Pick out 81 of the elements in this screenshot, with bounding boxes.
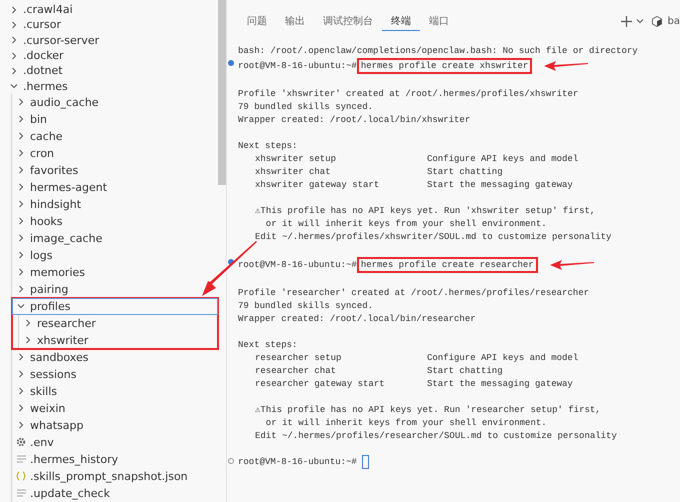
panel-tab[interactable]: 调试控制台 <box>314 12 382 30</box>
folder-item[interactable]: profiles <box>12 298 218 315</box>
chevron-down-icon[interactable] <box>10 82 18 90</box>
step-command: xhswriter chat <box>254 166 332 176</box>
braces-icon <box>16 471 26 482</box>
chevron-down-icon[interactable] <box>17 302 25 310</box>
terminal-output: Wrapper created: /root/.local/bin/researcher <box>238 314 476 324</box>
step-command: xhswriter setup <box>254 154 338 164</box>
folder-item[interactable]: sessions <box>12 366 218 383</box>
step-command: researcher chat <box>254 366 338 376</box>
terminal-output: bash: /root/.openclaw/completions/openclaw.bash: No such file or directory <box>238 46 638 56</box>
terminal-output: Next steps: <box>238 140 298 150</box>
folder-item[interactable]: image_cache <box>12 230 218 247</box>
step-description: Start chatting <box>427 166 503 176</box>
scrollbar-thumb[interactable] <box>218 0 226 185</box>
folder-item[interactable]: sandboxes <box>12 348 218 366</box>
command-text: hermes profile create researcher <box>356 256 538 272</box>
arrow-annotation <box>550 258 594 270</box>
folder-item[interactable]: .cursor <box>0 17 218 33</box>
folder-item[interactable]: audio_cache <box>12 94 218 111</box>
folder-item[interactable]: cache <box>12 128 218 145</box>
shell-label[interactable]: ba <box>668 16 680 26</box>
warning-text: Edit ~/.hermes/profiles/xhswriter/SOUL.md to customize personality <box>254 232 612 242</box>
file-item[interactable]: .skills_prompt_snapshot.json <box>12 468 218 485</box>
folder-item[interactable]: researcher <box>19 314 218 332</box>
lines-icon <box>16 489 26 498</box>
step-command: researcher setup <box>254 352 342 362</box>
step-command: xhswriter gateway start <box>254 180 380 190</box>
step-description: Configure API keys and model <box>427 352 578 362</box>
step-description: Start chatting <box>427 366 503 376</box>
folder-item[interactable]: .cursor-server <box>0 32 218 48</box>
folder-item[interactable]: .dotnet <box>0 63 218 79</box>
warning-text: or it will inherit keys from your shell environment. <box>264 218 547 228</box>
file-item[interactable]: .update_check <box>12 484 218 502</box>
terminal-output: Profile 'xhswriter' created at /root/.hermes/profiles/xhswriter <box>238 88 578 98</box>
shell-prompt: root@VM-8-16-ubuntu:~# <box>238 456 357 466</box>
warning-text: or it will inherit keys from your shell environment. <box>264 418 547 428</box>
folder-item[interactable]: cron <box>12 144 218 162</box>
folder-item[interactable]: weixin <box>12 400 218 417</box>
folder-item[interactable]: skills <box>12 382 218 400</box>
folder-item[interactable]: bin <box>12 110 218 128</box>
folder-item[interactable]: whatsapp <box>12 416 218 434</box>
file-item[interactable]: .hermes_history <box>12 450 218 468</box>
terminal-output: Profile 'researcher' created at /root/.hermes/profiles/researcher <box>238 288 590 298</box>
folder-item[interactable]: memories <box>12 264 218 281</box>
folder-item[interactable]: .crawl4ai <box>0 2 218 18</box>
file-item[interactable]: .env <box>12 434 218 451</box>
folder-item[interactable]: pairing <box>12 280 218 298</box>
warning-text: Edit ~/.hermes/profiles/researcher/SOUL.md to customize personality <box>254 430 617 440</box>
terminal-output: Wrapper created: /root/.local/bin/xhswriter <box>238 114 470 124</box>
folder-item[interactable]: hooks <box>12 212 218 230</box>
step-description: Start the messaging gateway <box>427 180 573 190</box>
terminal-profile-icon[interactable] <box>652 16 662 26</box>
cursor <box>362 454 369 468</box>
panel-tab[interactable]: 终端 <box>382 12 420 30</box>
terminal-output: 79 bundled skills synced. <box>238 102 374 112</box>
shell-prompt: root@VM-8-16-ubuntu:~# <box>238 260 357 270</box>
panel-tab[interactable]: 输出 <box>276 12 314 30</box>
panel-tab[interactable]: 端口 <box>420 12 458 30</box>
warning-text: ⚠This profile has no API keys yet. Run 'xhswriter setup' first, <box>254 206 596 216</box>
command-text: hermes profile create xhswriter <box>356 58 532 74</box>
folder-item[interactable]: logs <box>12 246 218 264</box>
folder-item[interactable]: .hermes <box>0 78 218 94</box>
warning-text: ⚠This profile has no API keys yet. Run 'researcher setup' first, <box>254 404 601 414</box>
folder-item[interactable]: hermes-agent <box>12 178 218 196</box>
chevron-down-icon[interactable] <box>636 17 644 25</box>
shell-prompt: root@VM-8-16-ubuntu:~# <box>238 60 357 70</box>
folder-item[interactable]: .docker <box>0 48 218 64</box>
step-description: Configure API keys and model <box>427 154 578 164</box>
arrow-annotation <box>544 60 588 72</box>
folder-item[interactable]: hindsight <box>12 196 218 213</box>
gear-icon <box>16 437 26 448</box>
lines-icon <box>16 455 26 464</box>
folder-item[interactable]: xhswriter <box>19 332 218 349</box>
folder-item[interactable]: favorites <box>12 162 218 179</box>
step-command: researcher gateway start <box>254 378 386 388</box>
terminal-output: 79 bundled skills synced. <box>238 300 374 310</box>
panel-tab[interactable]: 问题 <box>238 12 276 30</box>
plus-icon[interactable] <box>620 16 632 26</box>
step-description: Start the messaging gateway <box>427 378 573 388</box>
terminal-output: Next steps: <box>238 340 298 350</box>
